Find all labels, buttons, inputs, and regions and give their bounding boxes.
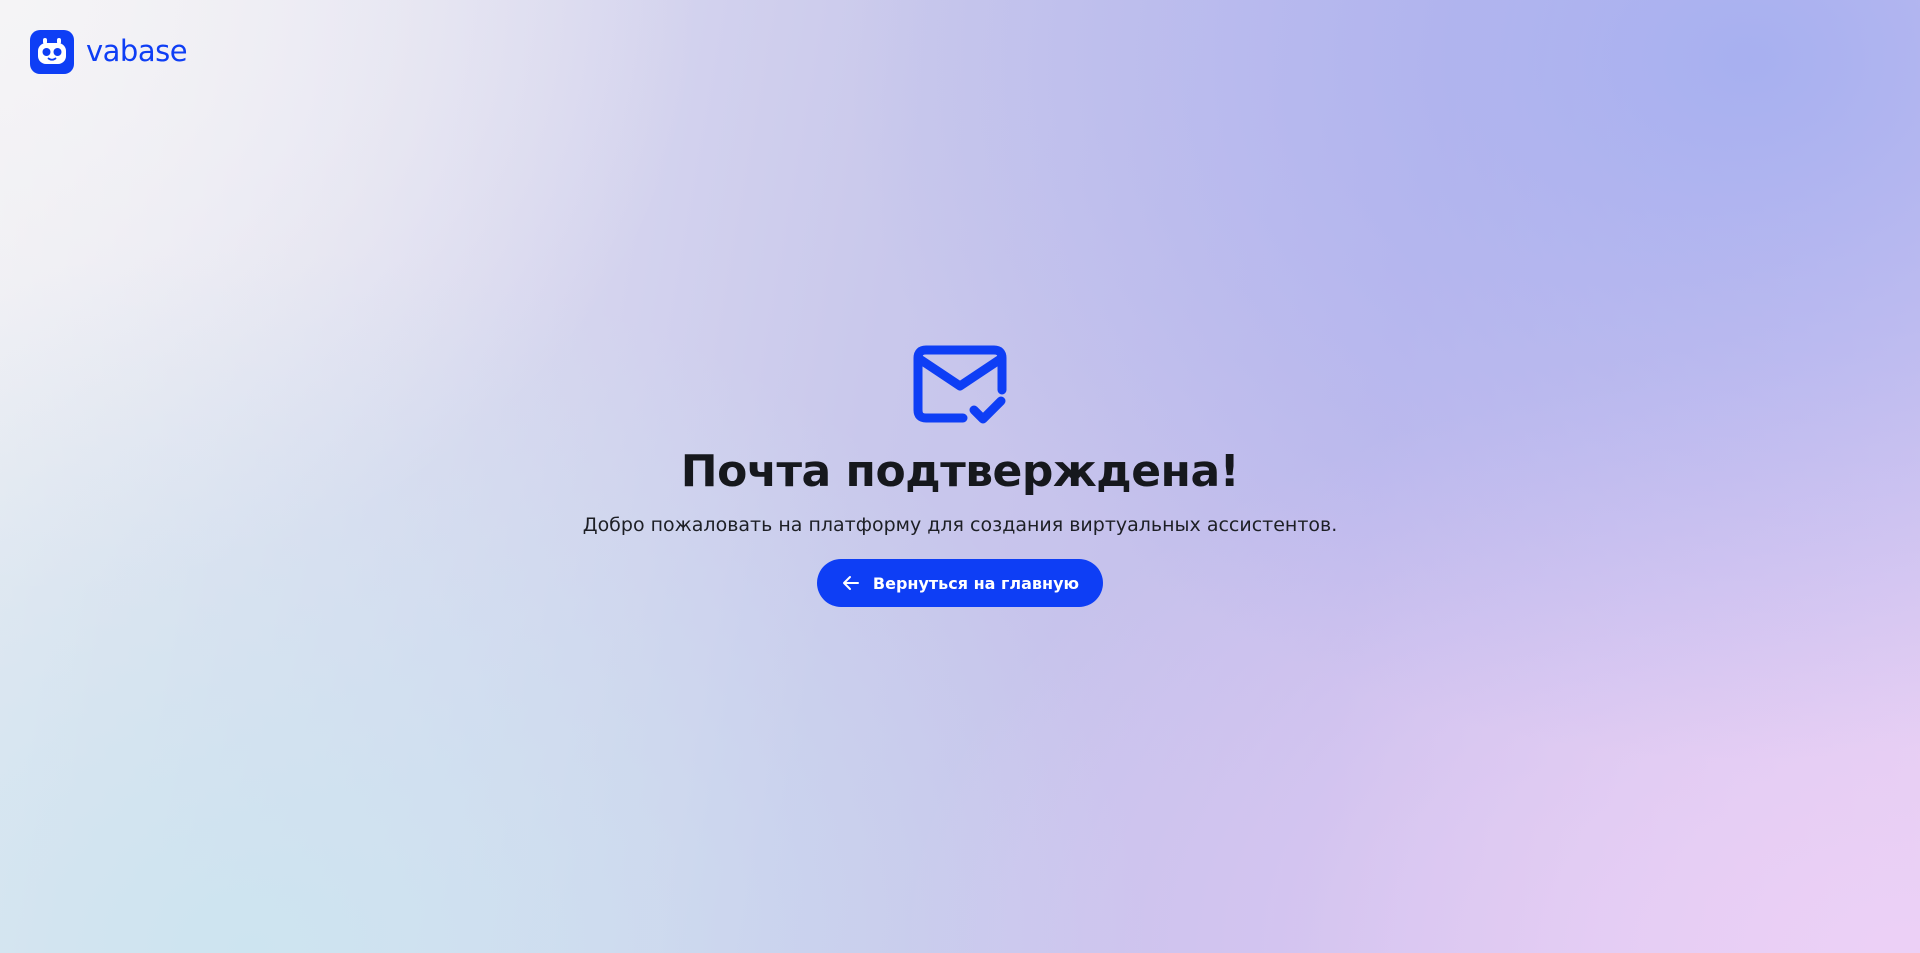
mail-check-icon — [911, 344, 1009, 428]
confirmation-panel: Почта подтверждена! Добро пожаловать на … — [0, 344, 1920, 608]
welcome-subtitle: Добро пожаловать на платформу для создан… — [582, 514, 1338, 537]
page-title: Почта подтверждена! — [680, 446, 1240, 497]
back-to-home-button[interactable]: Вернуться на главную — [816, 559, 1104, 608]
brand-name: vabase — [86, 33, 188, 68]
back-button-label: Вернуться на главную — [872, 573, 1080, 593]
brand-logo[interactable]: vabase — [30, 30, 188, 74]
arrow-left-icon — [841, 573, 861, 593]
robot-logo-icon — [30, 30, 74, 74]
